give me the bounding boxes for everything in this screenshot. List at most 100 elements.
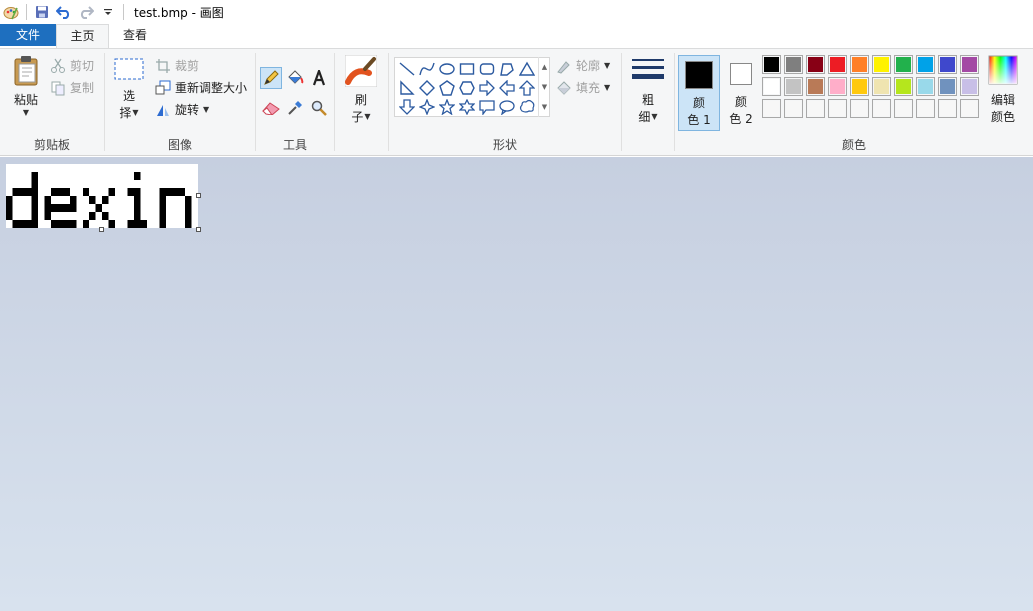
triangle-shape-icon[interactable] (517, 59, 537, 79)
palette-swatch[interactable] (762, 55, 781, 74)
six-point-star-shape-icon[interactable] (457, 97, 477, 117)
save-icon[interactable] (31, 1, 53, 23)
outline-button[interactable]: 轮廓 ▼ (556, 57, 610, 74)
paste-dropdown-icon[interactable]: ▼ (23, 108, 29, 117)
outline-dropdown-icon[interactable]: ▼ (604, 61, 610, 70)
right-arrow-shape-icon[interactable] (477, 78, 497, 98)
paint-app-icon[interactable] (0, 1, 22, 23)
palette-swatch[interactable] (938, 55, 957, 74)
palette-swatch[interactable] (784, 99, 803, 118)
size-dropdown-icon[interactable]: ▼ (651, 112, 657, 121)
copy-button[interactable]: 复制 (50, 79, 94, 96)
palette-swatch[interactable] (762, 99, 781, 118)
palette-swatch[interactable] (894, 99, 913, 118)
resize-handle-bottom[interactable] (99, 227, 104, 232)
rounded-rectangle-shape-icon[interactable] (477, 59, 497, 79)
palette-swatch[interactable] (916, 99, 935, 118)
palette-swatch[interactable] (784, 77, 803, 96)
redo-icon[interactable] (75, 1, 97, 23)
cloud-callout-shape-icon[interactable] (517, 97, 537, 117)
hexagon-shape-icon[interactable] (457, 78, 477, 98)
resize-button[interactable]: 重新调整大小 (155, 79, 247, 96)
eraser-tool[interactable] (260, 97, 282, 119)
palette-swatch[interactable] (850, 99, 869, 118)
select-dropdown-icon[interactable]: ▼ (132, 108, 138, 117)
canvas-workspace[interactable]: dexin (0, 157, 1033, 611)
scroll-down-icon[interactable]: ▼ (542, 83, 547, 91)
palette-swatch[interactable] (828, 77, 847, 96)
color-1-button[interactable]: 颜 色 1 (678, 55, 720, 131)
palette-swatch[interactable] (938, 99, 957, 118)
palette-swatch[interactable] (850, 77, 869, 96)
tab-home[interactable]: 主页 (56, 24, 109, 49)
down-arrow-shape-icon[interactable] (397, 97, 417, 117)
drawing-canvas[interactable]: dexin (6, 164, 198, 228)
palette-swatch[interactable] (872, 99, 891, 118)
pencil-tool[interactable] (260, 67, 282, 89)
palette-swatch[interactable] (784, 55, 803, 74)
rect-callout-shape-icon[interactable] (477, 97, 497, 117)
scroll-expand-icon[interactable]: ▼ (542, 103, 547, 111)
paste-button[interactable]: 粘贴 ▼ (8, 55, 44, 131)
brushes-button[interactable]: 刷 子 ▼ (343, 55, 379, 131)
undo-icon[interactable] (53, 1, 75, 23)
tab-file[interactable]: 文件 (0, 24, 56, 46)
fill-button[interactable]: 填充 ▼ (556, 79, 610, 96)
right-triangle-shape-icon[interactable] (397, 78, 417, 98)
size-button[interactable]: 粗 细 ▼ (628, 55, 668, 131)
palette-swatch[interactable] (916, 77, 935, 96)
up-arrow-shape-icon[interactable] (517, 78, 537, 98)
crop-button[interactable]: 裁剪 (155, 57, 199, 74)
line-shape-icon[interactable] (397, 59, 417, 79)
five-point-star-shape-icon[interactable] (437, 97, 457, 117)
rectangle-shape-icon[interactable] (457, 59, 477, 79)
polygon-shape-icon[interactable] (497, 59, 517, 79)
edit-colors-button[interactable]: 编辑 颜色 (985, 55, 1021, 131)
select-button[interactable]: 选 择 ▼ (111, 55, 147, 131)
left-arrow-shape-icon[interactable] (497, 78, 517, 98)
palette-swatch[interactable] (850, 55, 869, 74)
canvas-pixel (6, 204, 13, 212)
resize-handle-right[interactable] (196, 193, 201, 198)
oval-callout-shape-icon[interactable] (497, 97, 517, 117)
scroll-up-icon[interactable]: ▲ (542, 63, 547, 71)
palette-swatch[interactable] (872, 77, 891, 96)
four-point-star-shape-icon[interactable] (417, 97, 437, 117)
palette-swatch[interactable] (916, 55, 935, 74)
palette-swatch-color (962, 101, 977, 116)
fill-dropdown-icon[interactable]: ▼ (604, 83, 610, 92)
palette-swatch[interactable] (806, 77, 825, 96)
palette-swatch[interactable] (828, 55, 847, 74)
tab-view[interactable]: 查看 (109, 24, 161, 48)
palette-swatch[interactable] (872, 55, 891, 74)
canvas-pixel (159, 196, 166, 204)
color-picker-tool[interactable] (284, 97, 306, 119)
shapes-scrollbar[interactable]: ▲ ▼ ▼ (538, 57, 550, 117)
palette-swatch-color (808, 79, 823, 94)
customize-toolbar-icon[interactable] (97, 1, 119, 23)
rotate-dropdown-icon[interactable]: ▼ (203, 105, 209, 114)
palette-swatch[interactable] (806, 55, 825, 74)
palette-swatch[interactable] (828, 99, 847, 118)
magnifier-tool[interactable] (308, 97, 330, 119)
pentagon-shape-icon[interactable] (437, 78, 457, 98)
resize-handle-corner[interactable] (196, 227, 201, 232)
palette-swatch[interactable] (806, 99, 825, 118)
palette-swatch[interactable] (938, 77, 957, 96)
palette-swatch[interactable] (960, 99, 979, 118)
color-2-button[interactable]: 颜 色 2 (720, 55, 762, 131)
palette-swatch[interactable] (960, 55, 979, 74)
text-tool[interactable] (308, 67, 330, 89)
curve-shape-icon[interactable] (417, 59, 437, 79)
fill-tool[interactable] (284, 67, 306, 89)
cut-button[interactable]: 剪切 (50, 57, 94, 74)
oval-shape-icon[interactable] (437, 59, 457, 79)
rotate-button[interactable]: 旋转 ▼ (155, 101, 209, 118)
brushes-dropdown-icon[interactable]: ▼ (364, 112, 370, 121)
palette-swatch[interactable] (894, 55, 913, 74)
palette-swatch-color (896, 79, 911, 94)
diamond-shape-icon[interactable] (417, 78, 437, 98)
palette-swatch[interactable] (960, 77, 979, 96)
palette-swatch[interactable] (762, 77, 781, 96)
palette-swatch[interactable] (894, 77, 913, 96)
